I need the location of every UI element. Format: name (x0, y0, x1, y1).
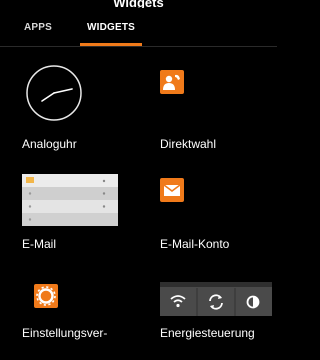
tab-widgets-label: WIDGETS (86, 22, 136, 33)
tab-bar: APPS WIDGETS (0, 10, 277, 47)
email-preview-icon (22, 174, 118, 226)
widget-settings[interactable]: Einstellungsver- (22, 278, 142, 360)
tab-apps[interactable]: APPS (18, 10, 58, 46)
active-tab-indicator (80, 43, 142, 46)
direct-dial-icon (160, 70, 184, 94)
widget-energy-control[interactable]: Energiesteuerung (160, 278, 277, 360)
widget-label: Einstellungsver- (22, 326, 108, 340)
widget-label: E-Mail (22, 237, 57, 251)
widget-label: E-Mail-Konto (160, 237, 230, 251)
screen-title: Widgets (113, 0, 164, 8)
tab-widgets[interactable]: WIDGETS (80, 10, 142, 46)
tab-apps-label: APPS (23, 22, 53, 33)
widget-label: Energiesteuerung (160, 326, 255, 340)
envelope-icon (160, 178, 184, 202)
widget-email[interactable]: E-Mail (22, 170, 142, 265)
power-control-icon (160, 282, 272, 316)
gear-icon (34, 284, 58, 308)
widget-analog-clock[interactable]: Analoguhr (22, 58, 142, 154)
widget-label: Direktwahl (160, 137, 217, 151)
widget-label: Analoguhr (22, 137, 77, 151)
analog-clock-icon (22, 62, 86, 122)
widget-direct-dial[interactable]: Direktwahl (160, 58, 270, 154)
widget-email-account[interactable]: E-Mail-Konto (160, 170, 270, 265)
